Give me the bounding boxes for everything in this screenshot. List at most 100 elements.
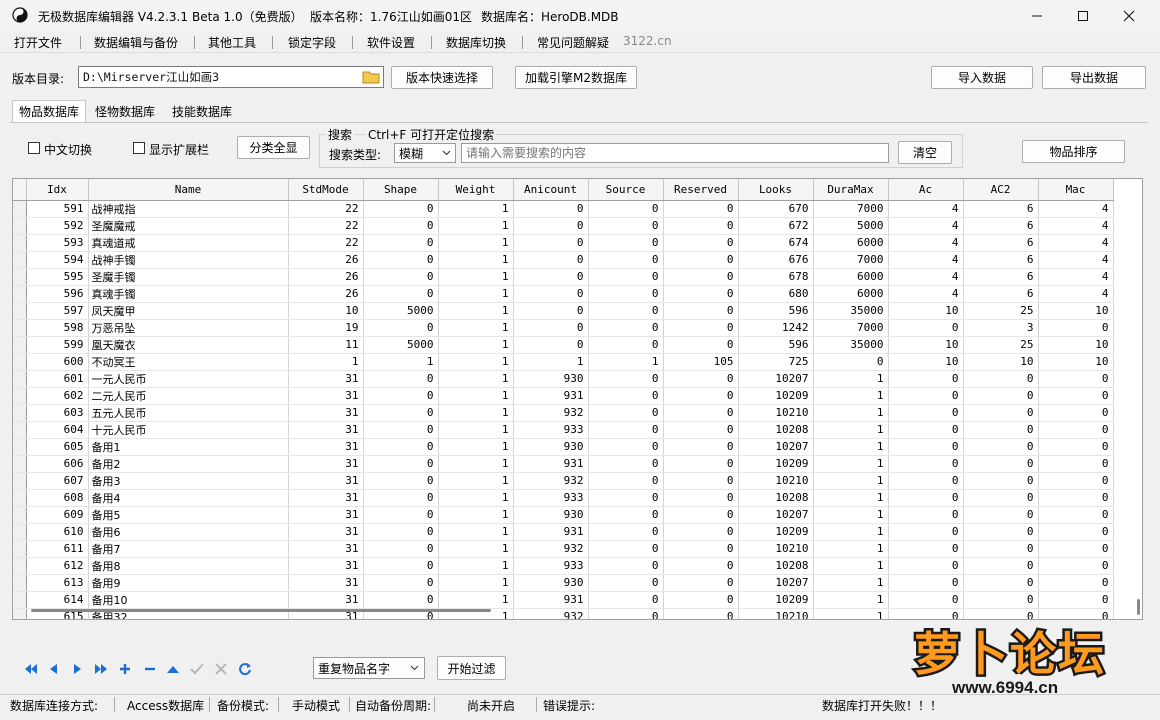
cell-stdmode[interactable]: 31 <box>288 591 364 609</box>
cell-weight[interactable]: 1 <box>438 489 514 507</box>
row-indicator[interactable] <box>13 540 27 558</box>
cell-stdmode[interactable]: 1 <box>288 353 364 371</box>
cell-mac[interactable]: 0 <box>1038 404 1114 422</box>
cell-idx[interactable]: 608 <box>26 489 89 507</box>
cell-mac[interactable]: 0 <box>1038 319 1114 337</box>
menu-other-tools[interactable]: 其他工具 <box>208 34 256 51</box>
export-button[interactable]: 导出数据 <box>1042 66 1146 89</box>
col-header-stdmode[interactable]: StdMode <box>288 179 364 201</box>
cell-mac[interactable]: 0 <box>1038 370 1114 388</box>
cell-duramax[interactable]: 6000 <box>813 285 889 303</box>
cell-name[interactable]: 备用1 <box>88 438 289 456</box>
cell-source[interactable]: 0 <box>588 557 664 575</box>
cell-name[interactable]: 备用4 <box>88 489 289 507</box>
cell-mac[interactable]: 0 <box>1038 591 1114 609</box>
cell-mac[interactable]: 10 <box>1038 353 1114 371</box>
cell-duramax[interactable]: 1 <box>813 421 889 439</box>
cell-looks[interactable]: 676 <box>738 251 814 269</box>
col-header-ac[interactable]: Ac <box>888 179 964 201</box>
cell-mac[interactable]: 4 <box>1038 268 1114 286</box>
cell-name[interactable]: 真魂手镯 <box>88 285 289 303</box>
table-row[interactable]: 607 备用3 31 0 1 932 0 0 10210 1 0 0 0 <box>13 472 1114 490</box>
cell-mac[interactable]: 0 <box>1038 489 1114 507</box>
cell-reserved[interactable]: 0 <box>663 302 739 320</box>
cell-reserved[interactable]: 0 <box>663 455 739 473</box>
cell-ac2[interactable]: 0 <box>963 489 1039 507</box>
table-row[interactable]: 605 备用1 31 0 1 930 0 0 10207 1 0 0 0 <box>13 438 1114 456</box>
cell-ac2[interactable]: 0 <box>963 472 1039 490</box>
cell-looks[interactable]: 10209 <box>738 591 814 609</box>
cell-mac[interactable]: 0 <box>1038 557 1114 575</box>
cell-ac2[interactable]: 0 <box>963 421 1039 439</box>
row-indicator[interactable] <box>13 370 27 388</box>
cell-idx[interactable]: 599 <box>26 336 89 354</box>
table-row[interactable]: 598 万恶吊坠 19 0 1 0 0 0 1242 7000 0 3 0 <box>13 319 1114 337</box>
cell-stdmode[interactable]: 26 <box>288 285 364 303</box>
cell-reserved[interactable]: 0 <box>663 574 739 592</box>
cell-ac2[interactable]: 0 <box>963 438 1039 456</box>
cell-stdmode[interactable]: 19 <box>288 319 364 337</box>
cell-anicount[interactable]: 932 <box>513 608 589 619</box>
cell-shape[interactable]: 0 <box>363 200 439 218</box>
col-header-source[interactable]: Source <box>588 179 664 201</box>
row-indicator[interactable] <box>13 200 27 218</box>
row-indicator[interactable] <box>13 319 27 337</box>
cell-anicount[interactable]: 0 <box>513 336 589 354</box>
cell-reserved[interactable]: 0 <box>663 234 739 252</box>
tab-skills[interactable]: 技能数据库 <box>166 100 238 122</box>
cell-name[interactable]: 圣魔魔戒 <box>88 217 289 235</box>
cell-source[interactable]: 0 <box>588 591 664 609</box>
cell-name[interactable]: 凰天魔衣 <box>88 336 289 354</box>
cell-ac[interactable]: 0 <box>888 472 964 490</box>
col-header-duramax[interactable]: DuraMax <box>813 179 889 201</box>
cell-reserved[interactable]: 0 <box>663 217 739 235</box>
cell-stdmode[interactable]: 10 <box>288 302 364 320</box>
cell-looks[interactable]: 10207 <box>738 370 814 388</box>
category-all-button[interactable]: 分类全显 <box>237 136 310 159</box>
col-header-mac[interactable]: Mac <box>1038 179 1114 201</box>
cell-ac2[interactable]: 0 <box>963 574 1039 592</box>
cell-mac[interactable]: 0 <box>1038 387 1114 405</box>
cell-mac[interactable]: 4 <box>1038 285 1114 303</box>
cell-idx[interactable]: 614 <box>26 591 89 609</box>
cell-duramax[interactable]: 1 <box>813 472 889 490</box>
cell-weight[interactable]: 1 <box>438 353 514 371</box>
row-indicator[interactable] <box>13 608 27 619</box>
clear-button[interactable]: 清空 <box>898 141 952 164</box>
cell-reserved[interactable]: 0 <box>663 438 739 456</box>
cell-looks[interactable]: 10207 <box>738 574 814 592</box>
cell-reserved[interactable]: 0 <box>663 251 739 269</box>
cell-mac[interactable]: 0 <box>1038 438 1114 456</box>
cell-looks[interactable]: 725 <box>738 353 814 371</box>
maximize-button[interactable] <box>1060 0 1106 31</box>
cell-stdmode[interactable]: 31 <box>288 438 364 456</box>
cell-shape[interactable]: 0 <box>363 217 439 235</box>
cell-reserved[interactable]: 0 <box>663 387 739 405</box>
cell-mac[interactable]: 0 <box>1038 421 1114 439</box>
cell-reserved[interactable]: 0 <box>663 421 739 439</box>
col-header-ac2[interactable]: AC2 <box>963 179 1039 201</box>
cell-reserved[interactable]: 0 <box>663 506 739 524</box>
vertical-scrollbar[interactable] <box>1135 201 1142 619</box>
tab-monsters[interactable]: 怪物数据库 <box>90 100 160 122</box>
cell-stdmode[interactable]: 22 <box>288 234 364 252</box>
cell-anicount[interactable]: 0 <box>513 200 589 218</box>
cell-source[interactable]: 0 <box>588 472 664 490</box>
cell-idx[interactable]: 594 <box>26 251 89 269</box>
menu-faq[interactable]: 常见问题解疑 <box>537 34 609 51</box>
cell-idx[interactable]: 605 <box>26 438 89 456</box>
cell-stdmode[interactable]: 31 <box>288 455 364 473</box>
cell-looks[interactable]: 10209 <box>738 523 814 541</box>
cell-duramax[interactable]: 7000 <box>813 319 889 337</box>
tab-items[interactable]: 物品数据库 <box>12 100 86 122</box>
cell-shape[interactable]: 0 <box>363 404 439 422</box>
cell-idx[interactable]: 606 <box>26 455 89 473</box>
cell-shape[interactable]: 5000 <box>363 336 439 354</box>
cell-shape[interactable]: 0 <box>363 268 439 286</box>
cell-anicount[interactable]: 0 <box>513 268 589 286</box>
cell-duramax[interactable]: 1 <box>813 370 889 388</box>
cell-name[interactable]: 备用8 <box>88 557 289 575</box>
cell-weight[interactable]: 1 <box>438 336 514 354</box>
cell-ac2[interactable]: 0 <box>963 591 1039 609</box>
cell-weight[interactable]: 1 <box>438 455 514 473</box>
